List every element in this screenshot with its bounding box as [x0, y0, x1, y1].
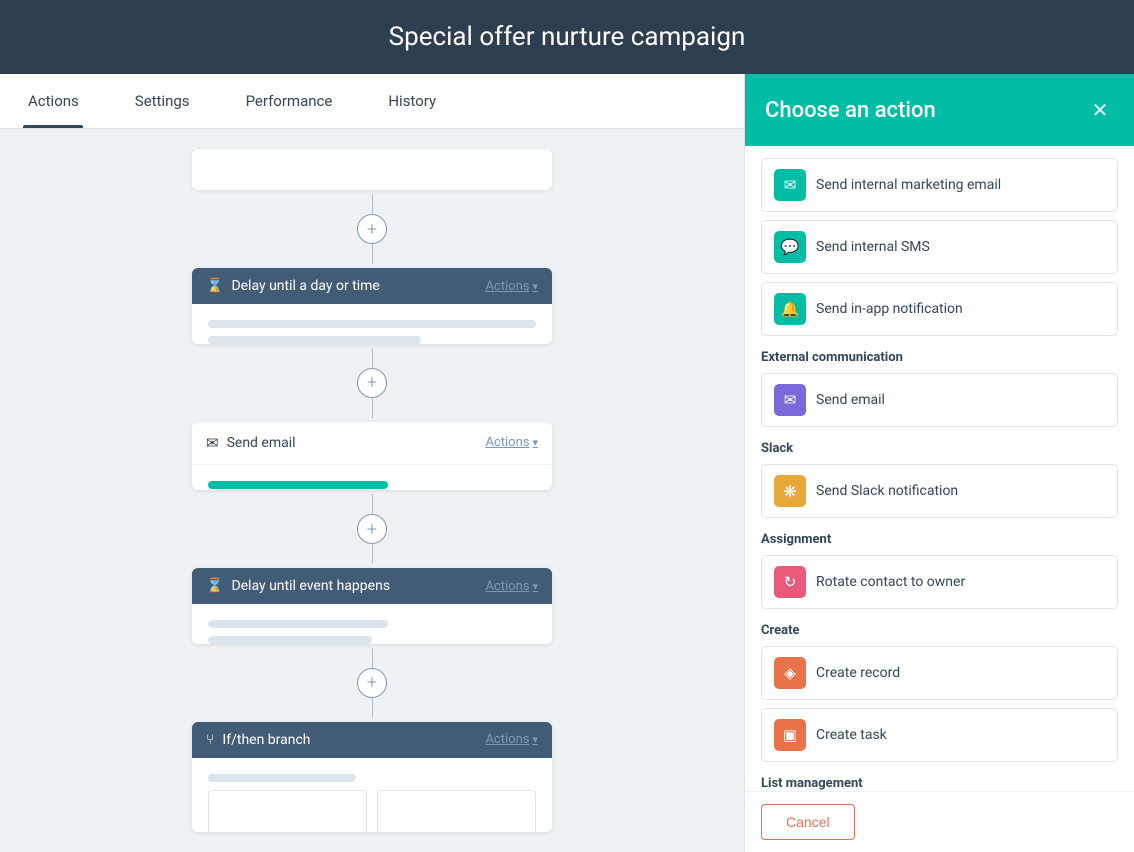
action-label: Send email	[816, 392, 885, 408]
placeholder-line	[208, 636, 372, 644]
step-header-delay-day: ⌛ Delay until a day or time Actions	[192, 268, 552, 304]
action-create-record[interactable]: ◈ Create record	[761, 646, 1118, 700]
send-slack-icon: ❋	[774, 475, 806, 507]
send-email-header: ✉ Send email Actions	[192, 422, 552, 465]
step-delay-day-time: ⌛ Delay until a day or time Actions	[192, 268, 552, 344]
placeholder-line	[208, 336, 421, 344]
right-panel-header: Choose an action ✕	[745, 74, 1134, 146]
right-panel-title: Choose an action	[765, 98, 936, 123]
tabs-bar: Actions Settings Performance History	[0, 74, 744, 129]
section-label-slack: Slack	[761, 441, 1118, 456]
cancel-section: Cancel	[745, 791, 1134, 852]
send-email-header-left: ✉ Send email	[206, 434, 296, 452]
step-actions-link-if-then[interactable]: Actions	[485, 732, 538, 747]
send-internal-sms-icon: 💬	[774, 231, 806, 263]
step-header-if-then: ⑂ If/then branch Actions	[192, 722, 552, 758]
connector-line	[372, 544, 373, 564]
connector-2: +	[357, 348, 387, 418]
placeholder-card	[192, 149, 552, 190]
step-if-then: ⑂ If/then branch Actions	[192, 722, 552, 832]
step-header-left: ⌛ Delay until a day or time	[206, 278, 380, 294]
right-panel: Choose an action ✕ ✉ Send internal marke…	[744, 74, 1134, 852]
right-panel-body: ✉ Send internal marketing email 💬 Send i…	[745, 146, 1134, 791]
action-send-in-app-notification[interactable]: 🔔 Send in-app notification	[761, 282, 1118, 336]
add-step-btn-3[interactable]: +	[357, 514, 387, 544]
action-label: Send internal marketing email	[816, 177, 1001, 193]
workflow-canvas: + ⌛ Delay until a day or time Actions	[0, 129, 744, 852]
placeholder-line	[208, 320, 536, 328]
delay-event-icon: ⌛	[206, 578, 223, 594]
action-send-internal-sms[interactable]: 💬 Send internal SMS	[761, 220, 1118, 274]
tab-settings[interactable]: Settings	[107, 74, 218, 128]
tab-actions[interactable]: Actions	[0, 74, 107, 128]
send-email-progress-bar	[208, 481, 388, 489]
action-label: Send Slack notification	[816, 483, 958, 499]
send-email-body	[192, 465, 552, 490]
rotate-contact-icon: ↻	[774, 566, 806, 598]
step-actions-link-delay-event[interactable]: Actions	[485, 579, 538, 594]
section-label-list-management: List management	[761, 776, 1118, 791]
email-icon: ✉	[206, 434, 219, 452]
connector-4: +	[357, 648, 387, 718]
step-actions-link-delay-day[interactable]: Actions	[485, 279, 538, 294]
action-rotate-contact[interactable]: ↻ Rotate contact to owner	[761, 555, 1118, 609]
step-send-email: ✉ Send email Actions	[192, 422, 552, 490]
connector-line	[372, 398, 373, 418]
left-panel: Actions Settings Performance History +	[0, 74, 744, 852]
action-label: Create record	[816, 665, 900, 681]
create-record-icon: ◈	[774, 657, 806, 689]
action-send-slack-notification[interactable]: ❋ Send Slack notification	[761, 464, 1118, 518]
step-header-left: ⌛ Delay until event happens	[206, 578, 390, 594]
step-header-left: ⑂ If/then branch	[206, 732, 311, 748]
main-layout: Actions Settings Performance History +	[0, 74, 1134, 852]
section-label-assignment: Assignment	[761, 532, 1118, 547]
action-create-task[interactable]: ▣ Create task	[761, 708, 1118, 762]
add-step-btn-1[interactable]: +	[357, 214, 387, 244]
branch-right	[377, 790, 536, 832]
connector-line	[372, 244, 373, 264]
action-send-email[interactable]: ✉ Send email	[761, 373, 1118, 427]
connector-line	[372, 494, 373, 514]
action-label: Rotate contact to owner	[816, 574, 965, 590]
step-body-delay-event	[192, 604, 552, 644]
add-step-btn-4[interactable]: +	[357, 668, 387, 698]
create-task-icon: ▣	[774, 719, 806, 751]
action-label: Send in-app notification	[816, 301, 963, 317]
cancel-button[interactable]: Cancel	[761, 804, 855, 840]
action-send-internal-marketing-email[interactable]: ✉ Send internal marketing email	[761, 158, 1118, 212]
action-label: Create task	[816, 727, 887, 743]
step-body-delay-day	[192, 304, 552, 344]
delay-icon: ⌛	[206, 278, 223, 294]
step-header-delay-event: ⌛ Delay until event happens Actions	[192, 568, 552, 604]
add-step-btn-2[interactable]: +	[357, 368, 387, 398]
action-label: Send internal SMS	[816, 239, 930, 255]
step-body-if-then	[192, 758, 552, 832]
section-label-create: Create	[761, 623, 1118, 638]
connector-1: +	[357, 194, 387, 264]
connector-line	[372, 698, 373, 718]
branch-left	[208, 790, 367, 832]
connector-line	[372, 648, 373, 668]
tab-performance[interactable]: Performance	[218, 74, 361, 128]
branch-icon: ⑂	[206, 732, 214, 748]
connector-line	[372, 348, 373, 368]
connector-3: +	[357, 494, 387, 564]
section-label-external: External communication	[761, 350, 1118, 365]
send-email-icon: ✉	[774, 384, 806, 416]
step-actions-link-send-email[interactable]: Actions	[485, 435, 538, 450]
placeholder-line	[208, 620, 388, 628]
tab-history[interactable]: History	[360, 74, 464, 128]
close-button[interactable]: ✕	[1086, 96, 1114, 124]
send-internal-marketing-email-icon: ✉	[774, 169, 806, 201]
page-title: Special offer nurture campaign	[389, 22, 746, 52]
placeholder-line	[208, 774, 356, 782]
step-delay-event: ⌛ Delay until event happens Actions	[192, 568, 552, 644]
send-in-app-notification-icon: 🔔	[774, 293, 806, 325]
connector-line	[372, 194, 373, 214]
page-header: Special offer nurture campaign	[0, 0, 1134, 74]
